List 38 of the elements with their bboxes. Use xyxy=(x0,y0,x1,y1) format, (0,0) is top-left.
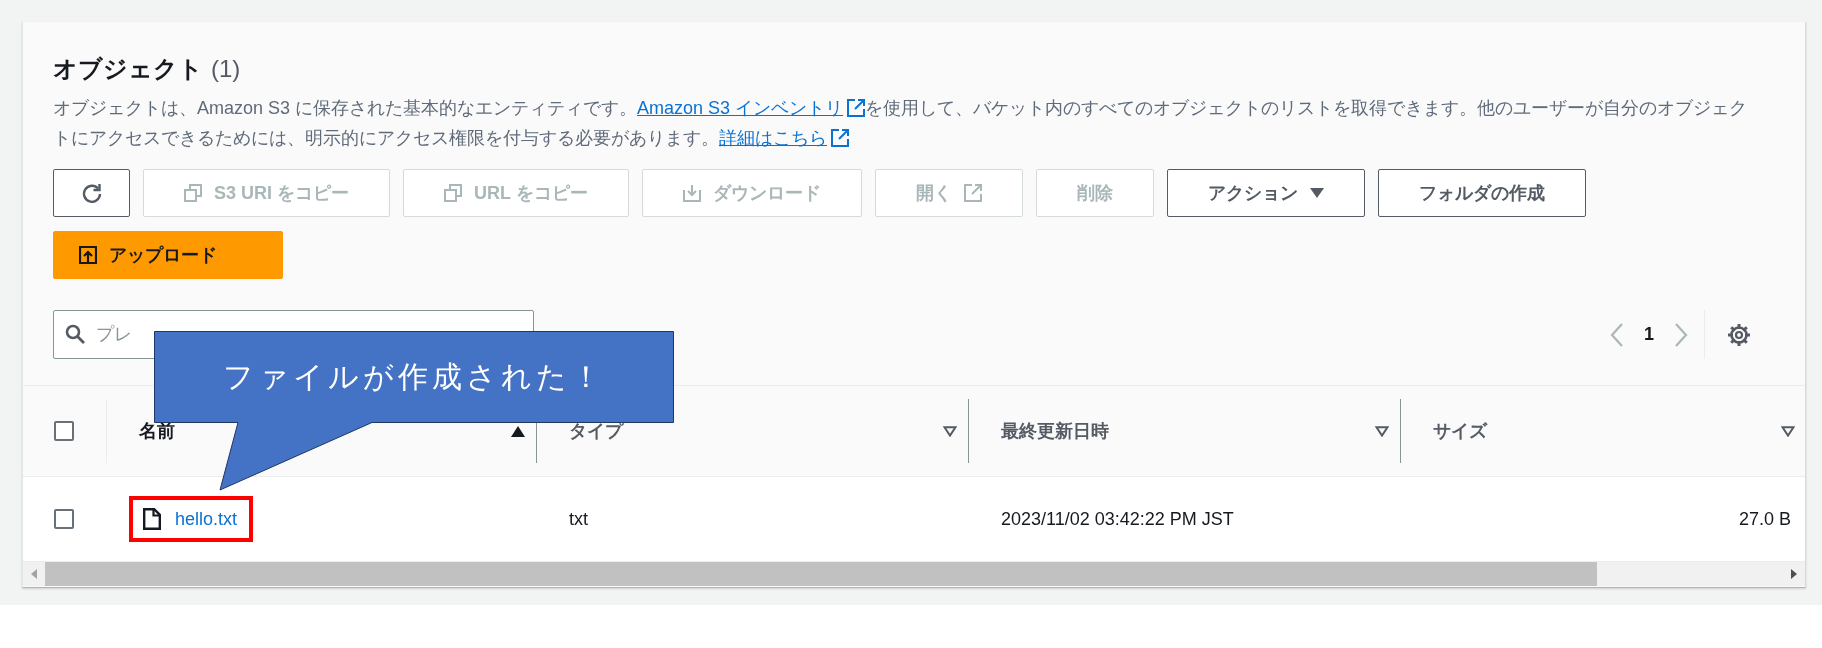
download-icon xyxy=(682,184,701,202)
caret-icon xyxy=(1309,188,1324,198)
refresh-button[interactable] xyxy=(53,169,130,217)
table-cell: 27.0 B xyxy=(1401,476,1805,562)
page-number[interactable]: 1 xyxy=(1644,324,1654,345)
copy-icon xyxy=(444,184,463,202)
callout-text: ファイルが作成された！ xyxy=(223,358,605,395)
copy-icon xyxy=(184,184,202,202)
refresh-icon xyxy=(81,183,102,203)
external-link-icon xyxy=(831,129,849,147)
help-link[interactable]: Amazon S3 インベントリ xyxy=(637,98,866,118)
scroll-right-icon xyxy=(1791,569,1797,579)
object-count: (1) xyxy=(211,54,241,84)
select-all-checkbox[interactable] xyxy=(54,421,74,441)
row-checkbox[interactable] xyxy=(54,509,74,529)
column-header[interactable]: 最終更新日時 xyxy=(1001,419,1375,443)
column-header[interactable]: タイプ xyxy=(569,419,943,443)
help-link[interactable]: 詳細はこちら xyxy=(719,128,849,148)
upload-button[interactable]: アップロード xyxy=(53,231,283,279)
description-text: オブジェクトは、Amazon S3 に保存された基本的なエンティティです。Amazon S3 インベントリ を使用して、バケット内のすべてのオブジェクトのリストを取得できます。他のユーザーが自分のオブジェクトにアクセスできるためには、明示的にアクセス権限を付与する必要があります。詳細はこちら xyxy=(53,97,1748,150)
settings-icon xyxy=(1727,322,1751,347)
external-link-icon xyxy=(963,184,982,202)
file-name-link[interactable]: hello.txt xyxy=(175,508,238,530)
chevron-right-icon xyxy=(1674,322,1688,347)
external-link-icon xyxy=(847,99,866,117)
table-cell: txt xyxy=(537,476,969,562)
chevron-left-icon xyxy=(1610,322,1624,347)
column-header[interactable]: サイズ xyxy=(1433,419,1781,443)
table-cell: 2023/11/02 03:42:22 PM JST xyxy=(969,476,1401,562)
settings-button[interactable] xyxy=(1727,322,1751,347)
upload-icon xyxy=(79,246,97,264)
column-header[interactable]: 名前 xyxy=(139,419,511,443)
section-title: オブジェクト xyxy=(53,54,203,84)
file-icon xyxy=(143,508,161,530)
action-button[interactable]: フォルダの作成 xyxy=(1377,169,1586,217)
actions-dropdown[interactable]: アクション xyxy=(1166,169,1365,217)
search-icon xyxy=(65,324,85,344)
scroll-left-icon xyxy=(31,569,37,579)
